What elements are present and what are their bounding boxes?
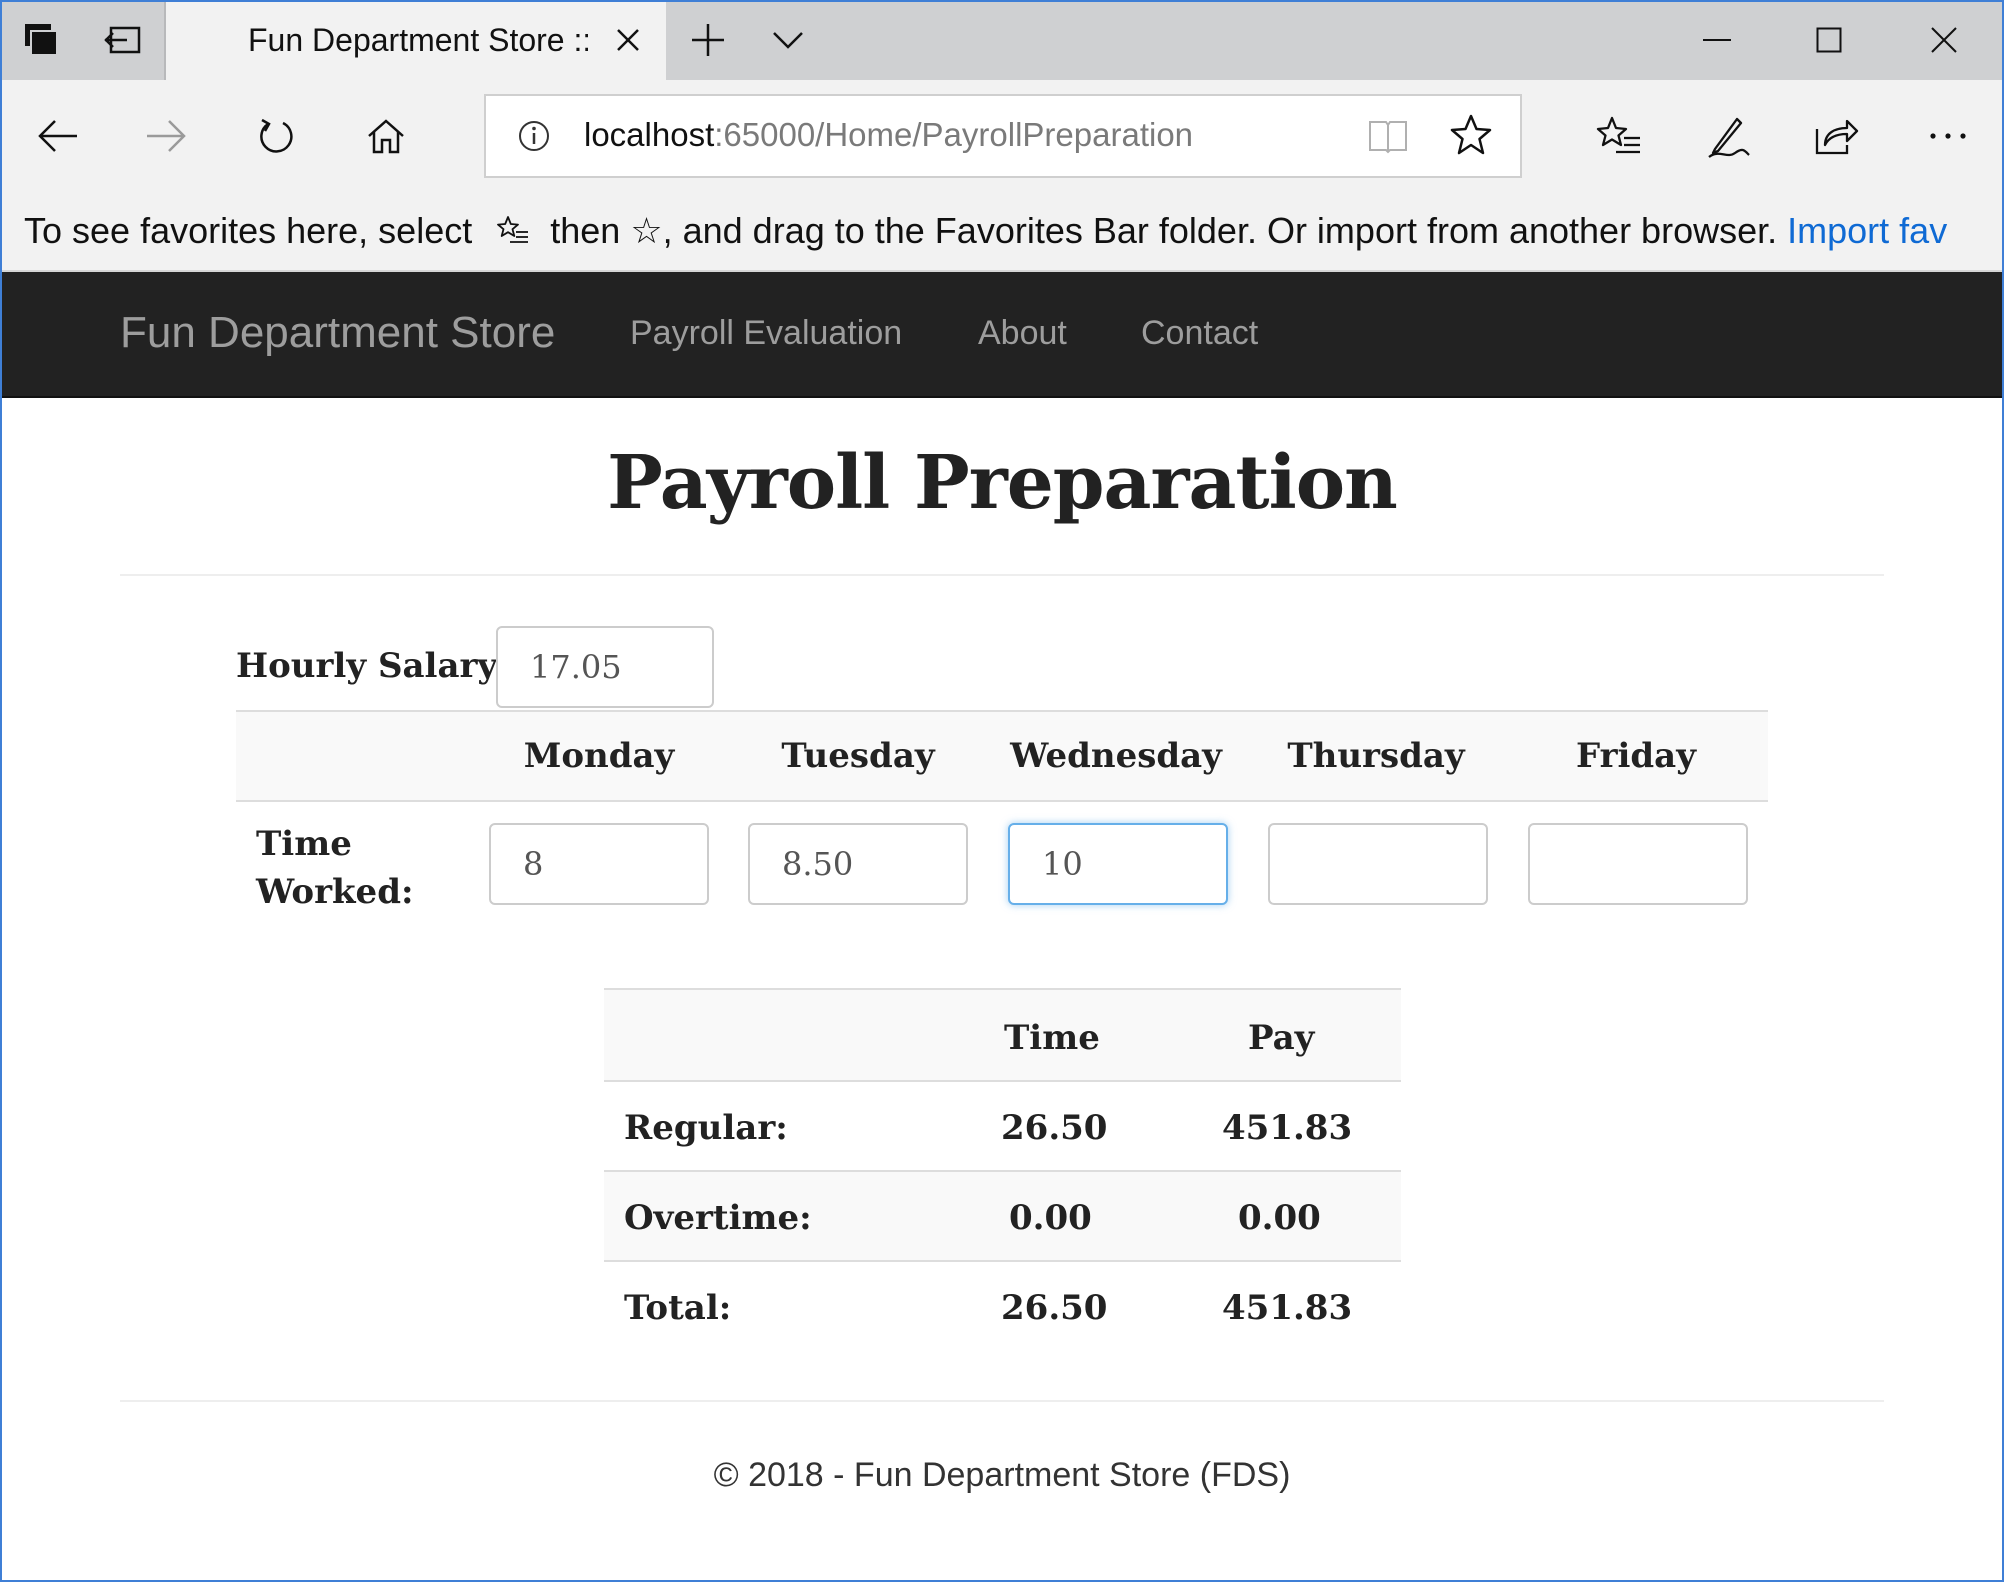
wednesday-time-input[interactable]: 10 xyxy=(1008,823,1228,905)
tuesday-time-input[interactable]: 8.50 xyxy=(748,823,968,905)
tab-fun-department-store[interactable]: Fun Department Store :: xyxy=(166,0,666,80)
close-window-button[interactable] xyxy=(1898,0,1990,80)
home-icon xyxy=(368,119,404,154)
address-host: localhost xyxy=(584,116,715,153)
close-icon xyxy=(617,29,639,51)
import-favorites-link[interactable]: Import fav xyxy=(1787,210,1947,251)
reading-view-icon[interactable] xyxy=(1366,114,1410,158)
nav-link-about[interactable]: About xyxy=(978,314,1067,353)
new-tab-button[interactable] xyxy=(676,0,740,80)
chevron-down-icon xyxy=(773,32,803,49)
close-icon xyxy=(1931,27,1957,53)
address-bar[interactable]: localhost:65000/Home/PayrollPreparation xyxy=(484,94,1522,178)
summary-header-time: Time xyxy=(1004,1018,1100,1058)
site-navbar: Fun Department Store Payroll Evaluation … xyxy=(0,272,2004,398)
days-header-row: Monday Tuesday Wednesday Thursday Friday xyxy=(236,710,1768,802)
minimize-button[interactable] xyxy=(1672,0,1762,80)
info-icon[interactable] xyxy=(516,118,552,154)
favorite-star-icon[interactable] xyxy=(1448,112,1494,158)
summary-row-total: Total: 26.50 451.83 xyxy=(604,1260,1401,1350)
home-button[interactable] xyxy=(348,98,424,174)
arrow-left-icon xyxy=(38,120,77,152)
day-header-wednesday: Wednesday xyxy=(1010,736,1222,776)
summary-pay-regular: 451.83 xyxy=(1222,1108,1353,1148)
favorites-hub-button[interactable] xyxy=(1580,98,1656,174)
tab-preview-button[interactable] xyxy=(756,0,820,80)
set-tabs-aside-button[interactable] xyxy=(82,0,164,80)
refresh-button[interactable] xyxy=(238,98,314,174)
maximize-button[interactable] xyxy=(1784,0,1874,80)
favorites-list-icon xyxy=(497,216,529,243)
time-worked-label-line-1: Time xyxy=(256,824,352,864)
favorites-hint: To see favorites here, select then ☆, an… xyxy=(24,210,1947,252)
summary-label-regular: Regular: xyxy=(624,1108,788,1148)
title-divider xyxy=(120,574,1884,576)
share-button[interactable] xyxy=(1798,98,1874,174)
summary-pay-total: 451.83 xyxy=(1222,1288,1353,1328)
summary-header-pay: Pay xyxy=(1248,1018,1315,1058)
hourly-salary-label: Hourly Salary: xyxy=(236,646,510,686)
summary-time-total: 26.50 xyxy=(1001,1288,1108,1328)
hourly-salary-input[interactable]: 17.05 xyxy=(496,626,714,708)
friday-time-input[interactable] xyxy=(1528,823,1748,905)
footer-divider xyxy=(120,1400,1884,1402)
pen-icon xyxy=(1708,117,1750,158)
tab-stack-icon xyxy=(25,24,58,56)
day-header-friday: Friday xyxy=(1576,736,1696,776)
thursday-time-input[interactable] xyxy=(1268,823,1488,905)
summary-label-total: Total: xyxy=(624,1288,732,1328)
day-header-monday: Monday xyxy=(523,736,675,776)
summary-label-overtime: Overtime: xyxy=(624,1198,812,1238)
back-button[interactable] xyxy=(20,98,96,174)
tab-close-button[interactable] xyxy=(608,20,648,60)
tabs-aside-icon xyxy=(104,26,141,54)
favorites-bar: To see favorites here, select then ☆, an… xyxy=(0,192,2004,272)
summary-time-overtime: 0.00 xyxy=(1009,1198,1092,1238)
summary-row-regular: Regular: 26.50 451.83 xyxy=(604,1080,1401,1170)
summary-row-overtime: Overtime: 0.00 0.00 xyxy=(604,1170,1401,1260)
browser-tab-bar: Fun Department Store :: xyxy=(0,0,2004,80)
nav-link-payroll-evaluation[interactable]: Payroll Evaluation xyxy=(630,314,902,353)
browser-toolbar: localhost:65000/Home/PayrollPreparation xyxy=(0,80,2004,192)
ellipsis-icon xyxy=(1930,133,1966,139)
tab-title: Fun Department Store :: xyxy=(248,21,588,58)
arrow-right-icon xyxy=(147,120,186,152)
footer-copyright: © 2018 - Fun Department Store (FDS) xyxy=(713,1456,1291,1494)
nav-link-contact[interactable]: Contact xyxy=(1141,314,1258,353)
address-url: localhost:65000/Home/PayrollPreparation xyxy=(584,116,1193,154)
monday-time-input[interactable]: 8 xyxy=(489,823,709,905)
tab-manager-button[interactable] xyxy=(0,0,82,80)
minimize-icon xyxy=(1703,39,1731,41)
summary-header-row: Time Pay xyxy=(604,988,1401,1080)
site-brand-link[interactable]: Fun Department Store xyxy=(120,308,555,358)
share-icon xyxy=(1815,119,1859,155)
refresh-icon xyxy=(260,118,293,153)
web-note-button[interactable] xyxy=(1690,98,1766,174)
summary-time-regular: 26.50 xyxy=(1001,1108,1108,1148)
forward-button[interactable] xyxy=(128,98,204,174)
favorites-hint-part-2: then ☆, and drag to the Favorites Bar fo… xyxy=(550,210,1778,251)
day-header-thursday: Thursday xyxy=(1287,736,1465,776)
plus-icon xyxy=(692,24,724,56)
address-path: :65000/Home/PayrollPreparation xyxy=(714,116,1194,153)
favorites-list-icon xyxy=(1596,116,1640,154)
favorites-hint-part-1: To see favorites here, select xyxy=(24,210,473,251)
more-menu-button[interactable] xyxy=(1910,98,1986,174)
time-worked-label-line-2: Worked: xyxy=(256,872,414,912)
maximize-icon xyxy=(1816,27,1842,53)
summary-pay-overtime: 0.00 xyxy=(1238,1198,1321,1238)
page-title: Payroll Preparation xyxy=(607,440,1398,526)
day-header-tuesday: Tuesday xyxy=(781,736,935,776)
